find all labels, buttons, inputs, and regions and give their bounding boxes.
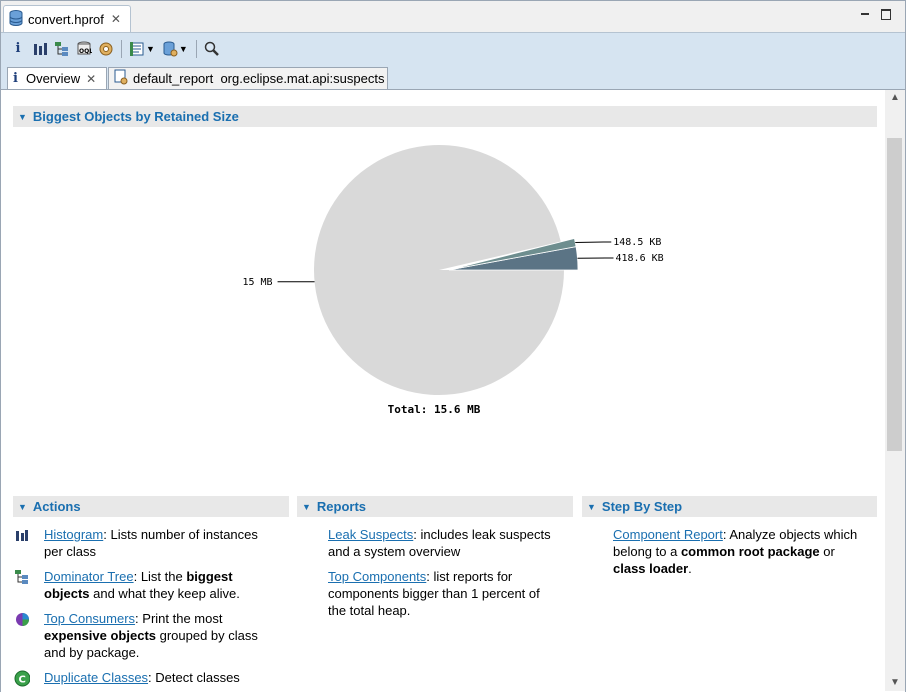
report-leak-suspects: Leak Suspects: includes leak suspects an… [328,526,558,560]
step-emphasis: common root package [680,544,820,559]
section-biggest-objects[interactable]: ▼ Biggest Objects by Retained Size [13,106,877,127]
step-description: . [688,561,692,576]
histogram-icon [14,527,30,543]
action-description: : List the [133,569,187,584]
editor-tab-convert-hprof[interactable]: convert.hprof ✕ [3,5,131,32]
pie-slice-label: 148.5 KB [613,237,661,248]
chart-title: Total: 15.6 MB [388,403,481,416]
scrollbar-thumb[interactable] [887,138,902,451]
component-report-link[interactable]: Component Report [613,527,723,542]
section-title: Reports [316,499,367,514]
oql-icon[interactable]: OQL [73,38,95,60]
collapse-triangle-icon[interactable]: ▼ [587,502,596,512]
info-icon[interactable]: i [7,38,29,60]
action-emphasis: expensive objects [44,628,156,643]
dominator-tree-link[interactable]: Dominator Tree [44,569,134,584]
section-title: Step By Step [601,499,683,514]
heap-dump-overview-icon[interactable] [95,38,117,60]
top-components-link[interactable]: Top Components [328,569,426,584]
editor-tab-label: convert.hprof [28,11,104,27]
collapse-triangle-icon[interactable]: ▼ [18,112,27,122]
chevron-down-icon[interactable]: ▼ [179,44,188,54]
step-emphasis: class loader [613,561,689,576]
tab-label: default_report org.eclipse.mat.api:suspe… [133,71,385,86]
scroll-down-icon[interactable]: ▼ [890,677,900,688]
tab-default-report[interactable]: default_report org.eclipse.mat.api:suspe… [108,67,388,89]
run-report-icon[interactable] [126,38,148,60]
maximize-button[interactable] [881,9,891,20]
overview-pane: ▲ ▼ ▼ Biggest Objects by Retained Size 1… [1,89,905,692]
chevron-down-icon[interactable]: ▼ [146,44,155,54]
pie-slice-label: 418.6 KB [616,253,664,264]
section-title: Biggest Objects by Retained Size [32,109,239,124]
report-top-components: Top Components: list reports for compone… [328,568,558,619]
action-description: and what they keep alive. [89,586,240,601]
section-title: Actions [32,499,81,514]
dominator-tree-icon [14,569,30,585]
duplicate-classes-link[interactable]: Duplicate Classes [44,670,148,685]
editor-window: convert.hprof ✕ i OQL ▼ ▼ i Overview ✕ d… [0,0,906,692]
scroll-up-icon[interactable]: ▲ [890,92,900,103]
editor-tab-bar: convert.hprof ✕ [1,1,905,32]
histogram-icon[interactable] [29,38,51,60]
collapse-triangle-icon[interactable]: ▼ [302,502,311,512]
query-browser-icon[interactable] [159,38,181,60]
info-icon: i [13,71,18,86]
tab-overview[interactable]: i Overview ✕ [7,67,107,89]
step-description: or [819,544,835,559]
biggest-objects-pie-chart: 15 MB 418.6 KB 148.5 KB Total: 15.6 MB [231,142,691,424]
close-icon[interactable]: ✕ [111,12,121,26]
duplicate-classes-icon: C [14,670,30,686]
heap-dump-icon [9,9,23,29]
dominator-tree-icon[interactable] [51,38,73,60]
minimize-button[interactable] [861,12,869,17]
close-icon[interactable]: ✕ [86,72,96,86]
pie-label-leader [575,241,612,244]
top-consumers-link[interactable]: Top Consumers [44,611,135,626]
collapse-triangle-icon[interactable]: ▼ [18,502,27,512]
section-step-by-step[interactable]: ▼ Step By Step [582,496,877,517]
action-description: : Detect classes [148,670,240,685]
svg-text:OQL: OQL [79,48,92,55]
toolbar-separator [121,39,122,58]
toolbar-separator [195,39,197,58]
leak-suspects-link[interactable]: Leak Suspects [328,527,413,542]
report-icon [114,69,128,88]
action-description: : Print the most [135,611,223,626]
histogram-link[interactable]: Histogram [44,527,103,542]
search-icon[interactable] [201,38,223,60]
svg-text:C: C [19,674,26,685]
toolbar: i OQL ▼ ▼ [1,32,905,64]
tab-label: Overview [25,71,81,86]
pie-slice-label: 15 MB [242,277,272,288]
section-reports[interactable]: ▼ Reports [297,496,573,517]
section-actions[interactable]: ▼ Actions [13,496,289,517]
top-consumers-icon [14,611,30,627]
step-component-report: Component Report: Analyze objects which … [613,526,868,577]
vertical-scrollbar[interactable]: ▲ ▼ [885,90,905,691]
result-tab-bar: i Overview ✕ default_report org.eclipse.… [1,64,905,89]
